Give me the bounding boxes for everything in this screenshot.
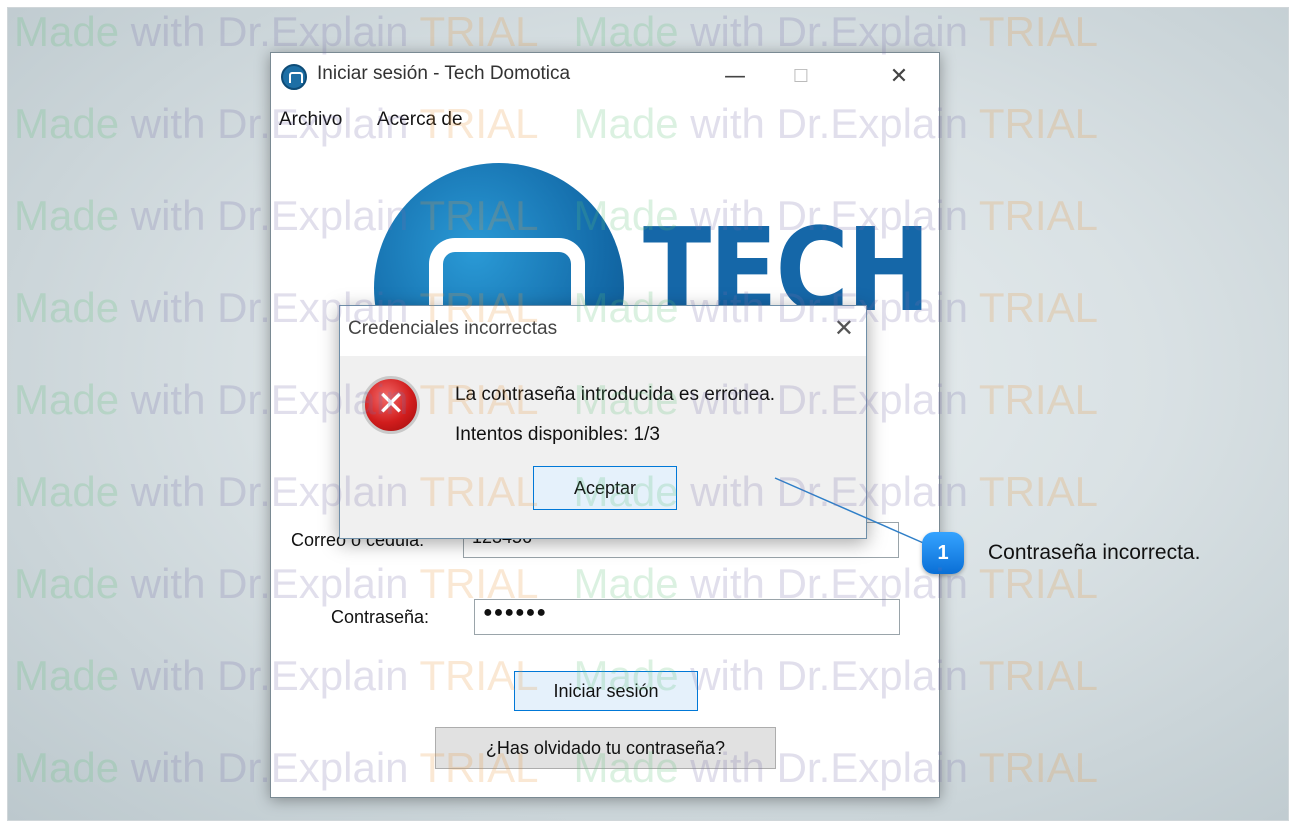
- callout-text: Contraseña incorrecta.: [988, 541, 1201, 564]
- callout-badge: 1: [922, 532, 964, 574]
- callout-leader-line: [774, 477, 929, 546]
